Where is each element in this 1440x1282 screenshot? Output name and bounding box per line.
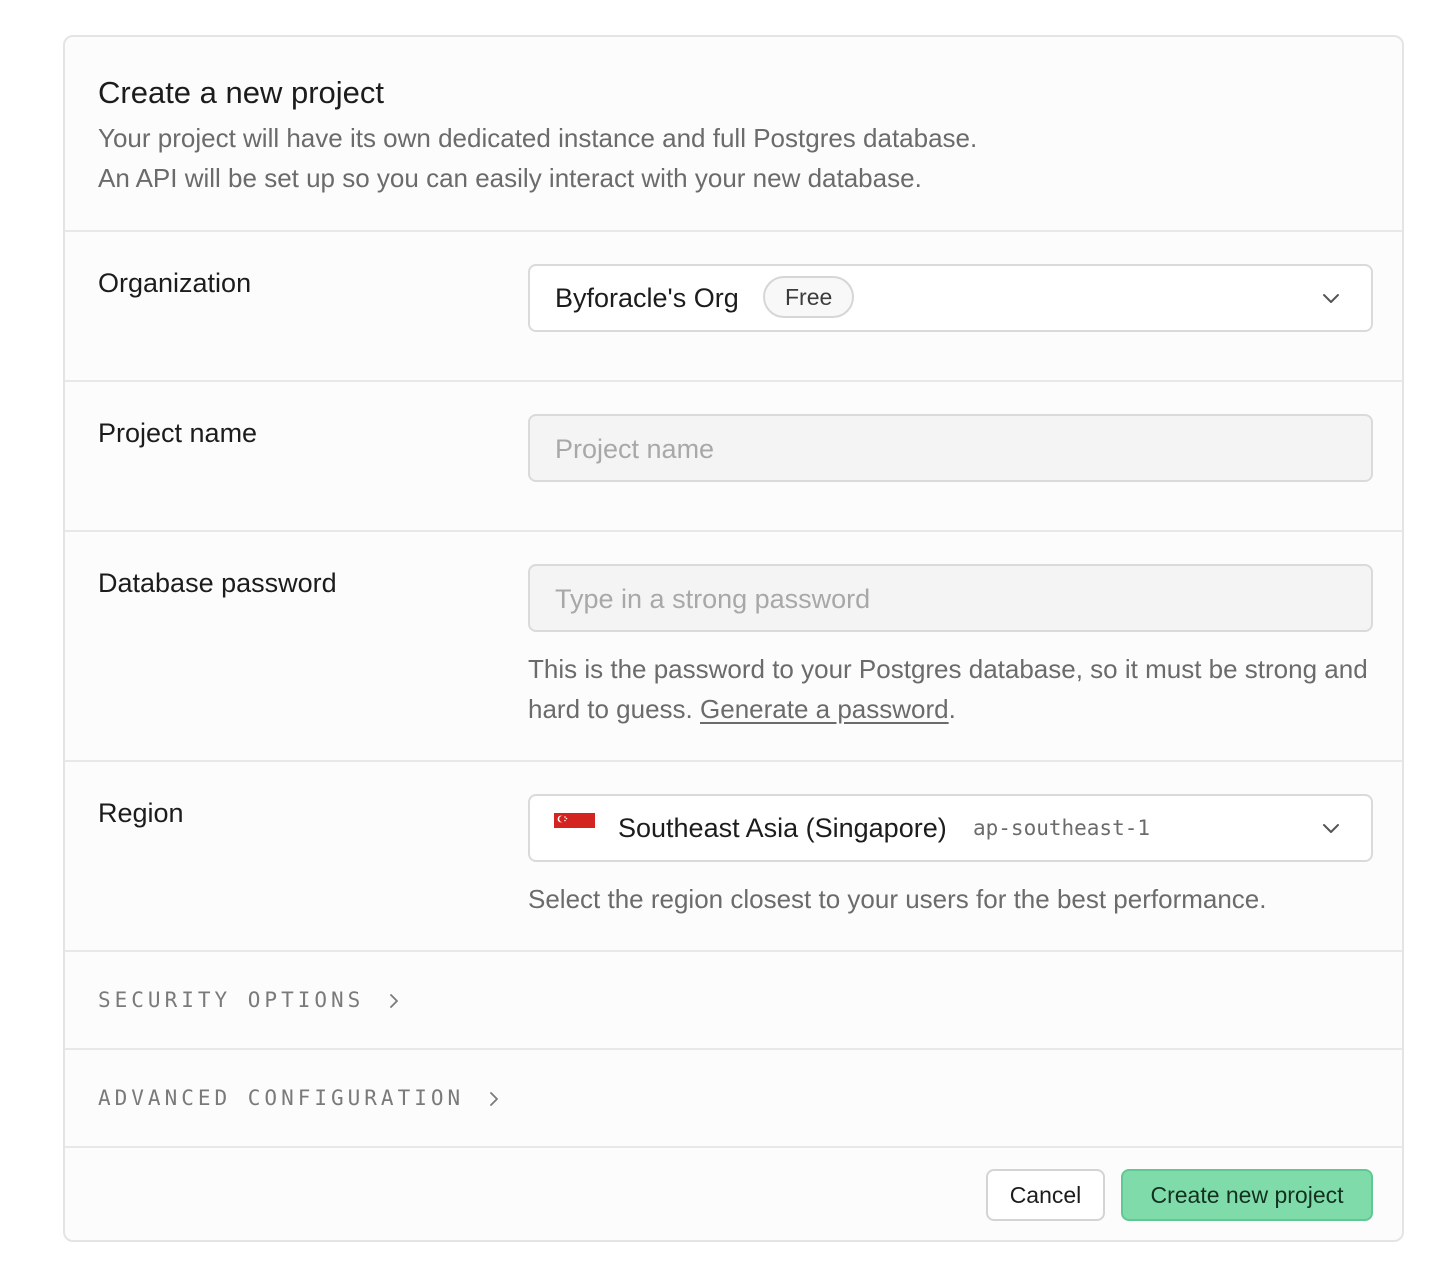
page-subtitle-line-1: Your project will have its own dedicated… [98,123,978,153]
region-code: ap-southeast-1 [973,816,1151,840]
region-select[interactable]: Southeast Asia (Singapore) ap-southeast-… [528,794,1373,862]
advanced-configuration-header: ADVANCED CONFIGURATION [98,1086,501,1110]
organization-row: Organization Byforacle's Org Free [65,232,1402,382]
region-label: Region [98,798,184,828]
project-name-label: Project name [98,418,258,448]
region-help-text: Select the region closest to your users … [528,884,1267,914]
advanced-configuration-label: ADVANCED CONFIGURATION [98,1086,465,1110]
chevron-down-icon [1323,824,1339,833]
page-title: Create a new project [98,75,385,110]
region-selected-value: Southeast Asia (Singapore) [618,813,947,843]
organization-selected-value: Byforacle's Org [555,283,739,313]
plan-badge: Free [763,276,855,318]
security-options-label: SECURITY OPTIONS [98,988,365,1012]
generate-password-link[interactable]: Generate a password [700,694,949,724]
database-password-placeholder: Type in a strong password [555,584,871,614]
chevron-down-icon [1323,294,1339,303]
card-header: Create a new project Your project will h… [65,37,1402,232]
organization-label: Organization [98,268,252,298]
advanced-configuration-toggle[interactable]: ADVANCED CONFIGURATION [65,1050,1402,1148]
database-password-help: This is the password to your Postgres da… [528,649,1368,729]
database-password-row: Database password Type in a strong passw… [65,532,1402,762]
database-password-input[interactable]: Type in a strong password [528,564,1373,632]
create-project-button[interactable]: Create new project [1121,1169,1373,1221]
project-name-row: Project name Project name [65,382,1402,532]
help-suffix: . [948,694,956,724]
project-name-input[interactable]: Project name [528,414,1373,482]
security-options-header: SECURITY OPTIONS [98,988,401,1012]
create-project-card: Create a new project Your project will h… [63,35,1404,1242]
security-options-toggle[interactable]: SECURITY OPTIONS [65,952,1402,1050]
organization-select[interactable]: Byforacle's Org Free [528,264,1373,332]
chevron-right-icon [390,994,398,1008]
cancel-button[interactable]: Cancel [986,1169,1105,1221]
chevron-right-icon [489,1092,498,1106]
region-row: Region Southeast Asia (Singapore) ap-sou… [65,762,1402,952]
database-password-label: Database password [98,568,337,598]
page-subtitle-line-2: An API will be set up so you can easily … [98,163,922,193]
singapore-flag-icon [554,813,595,828]
project-name-placeholder: Project name [555,434,715,464]
